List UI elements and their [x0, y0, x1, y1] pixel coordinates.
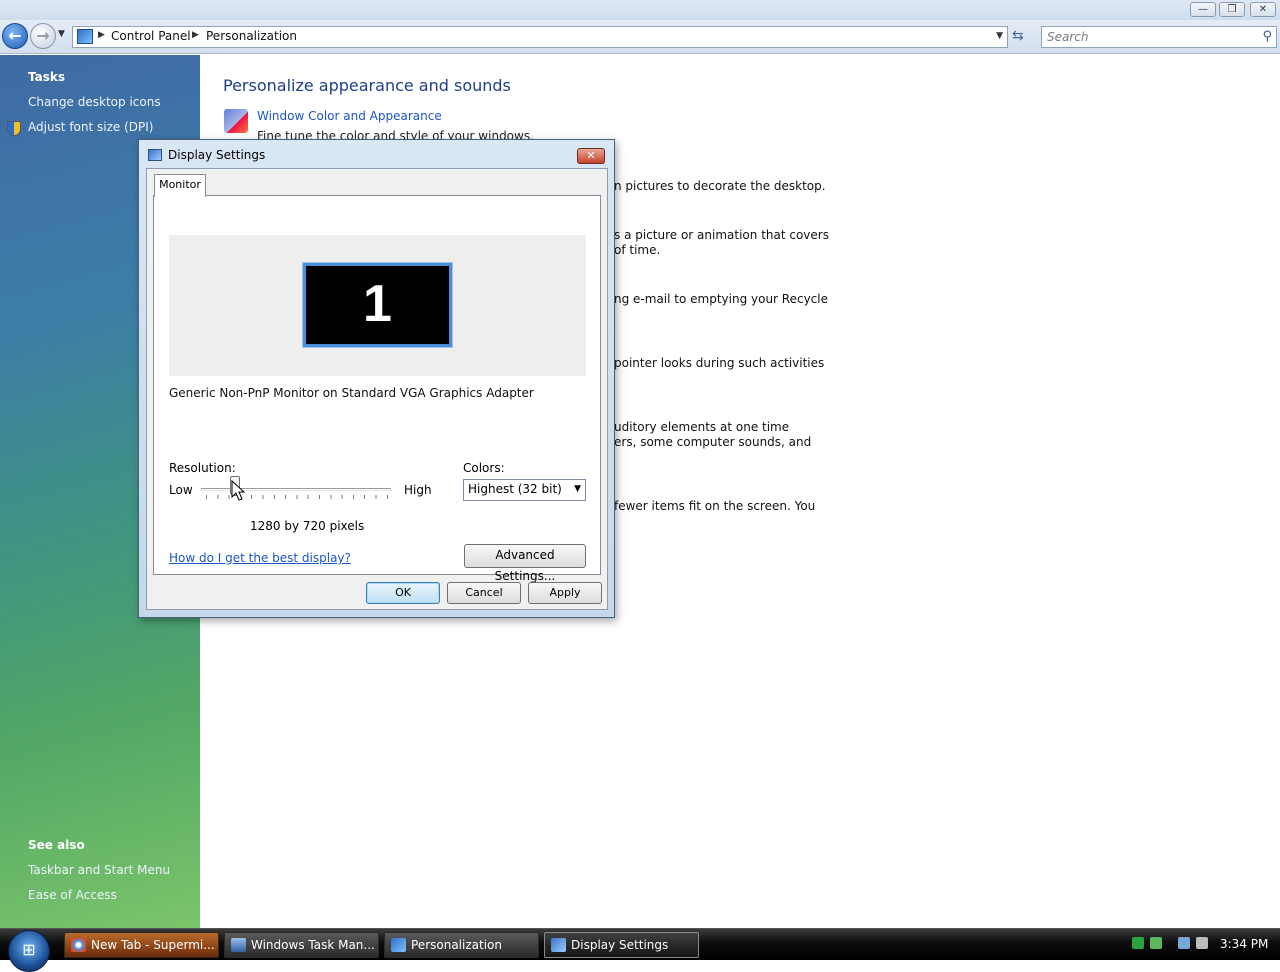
tray-app-icon[interactable]	[1132, 937, 1144, 949]
chevron-down-icon[interactable]: ▼	[574, 480, 581, 499]
monitor-tab-panel: 1 Generic Non-PnP Monitor on Standard VG…	[153, 195, 601, 583]
address-dropdown-icon[interactable]: ▼	[996, 31, 1003, 41]
dialog-title: Display Settings	[168, 148, 266, 162]
taskbar-start-menu-link[interactable]: Taskbar and Start Menu	[28, 863, 170, 877]
dialog-body: Monitor 1 Generic Non-PnP Monitor on Sta…	[146, 168, 608, 610]
tasks-heading: Tasks	[28, 70, 66, 84]
search-placeholder: Search	[1047, 30, 1089, 44]
display-settings-description: fewer items fit on the screen. You	[614, 499, 816, 513]
tab-monitor[interactable]: Monitor	[154, 174, 206, 197]
taskbar-item-task-manager[interactable]: Windows Task Man...	[224, 932, 379, 958]
search-input[interactable]: Search ⚲	[1041, 26, 1277, 48]
advanced-settings-button[interactable]: Advanced Settings...	[464, 544, 586, 583]
theme-description-2: ers, some computer sounds, and	[614, 435, 812, 449]
cancel-button[interactable]: Cancel	[447, 582, 521, 604]
colors-label: Colors:	[463, 461, 505, 475]
forward-button[interactable]: →	[30, 23, 56, 49]
page-title: Personalize appearance and sounds	[223, 76, 511, 95]
taskbar-item-display-settings[interactable]: Display Settings	[544, 932, 699, 958]
mouse-cursor-icon	[231, 480, 245, 501]
system-tray: 3:34 PM	[1128, 935, 1278, 955]
colors-selected-value: Highest (32 bit)	[468, 482, 562, 496]
display-settings-icon	[148, 149, 162, 161]
ok-button[interactable]: OK	[366, 582, 440, 604]
clock[interactable]: 3:34 PM	[1220, 937, 1268, 951]
window-color-icon[interactable]	[224, 109, 248, 133]
high-label: High	[404, 483, 432, 497]
monitor-1-icon[interactable]: 1	[303, 263, 452, 347]
taskbar-item-browser[interactable]: New Tab - Supermi...	[64, 932, 219, 958]
colors-select[interactable]: Highest (32 bit) ▼	[463, 479, 586, 501]
monitor-arrangement-area: 1	[169, 235, 586, 376]
theme-description: uditory elements at one time	[614, 420, 790, 434]
apply-button[interactable]: Apply	[528, 582, 602, 604]
minimize-button[interactable]: —	[1190, 2, 1216, 17]
mouse-pointers-description: pointer looks during such activities	[614, 356, 825, 370]
breadcrumb-chevron-icon[interactable]: ▶	[98, 30, 105, 40]
recent-pages-dropdown-icon[interactable]: ▼	[58, 29, 65, 39]
refresh-icon[interactable]: ⇆	[1012, 28, 1024, 44]
taskbar-item-label: Display Settings	[571, 938, 669, 952]
monitor-name: Generic Non-PnP Monitor on Standard VGA …	[169, 386, 534, 400]
task-manager-icon	[231, 938, 246, 952]
taskbar: ⊞ New Tab - Supermi... Windows Task Man.…	[0, 928, 1280, 972]
display-settings-dialog: Display Settings ✕ Monitor 1 Generic Non…	[138, 139, 615, 618]
volume-muted-icon[interactable]	[1196, 937, 1208, 949]
screen-saver-description: s a picture or animation that covers	[614, 228, 829, 242]
taskbar-item-label: Personalization	[411, 938, 502, 952]
low-label: Low	[169, 483, 193, 497]
breadcrumb-chevron-icon[interactable]: ▶	[192, 30, 199, 40]
maximize-button[interactable]: ❐	[1219, 2, 1245, 17]
ease-of-access-link[interactable]: Ease of Access	[28, 888, 117, 902]
screen-saver-description-2: of time.	[614, 243, 661, 257]
taskbar-item-label: Windows Task Man...	[251, 938, 375, 952]
best-display-help-link[interactable]: How do I get the best display?	[169, 551, 351, 565]
sounds-description: ng e-mail to emptying your Recycle	[614, 292, 828, 306]
adjust-font-size-link[interactable]: Adjust font size (DPI)	[28, 120, 153, 134]
taskbar-item-label: New Tab - Supermi...	[91, 938, 215, 952]
resolution-label: Resolution:	[169, 461, 236, 475]
see-also-heading: See also	[28, 838, 85, 852]
breadcrumb-personalization[interactable]: Personalization	[206, 29, 297, 43]
start-button[interactable]: ⊞	[8, 930, 50, 972]
network-icon[interactable]	[1178, 937, 1190, 949]
search-icon[interactable]: ⚲	[1262, 29, 1272, 44]
control-panel-icon	[77, 29, 93, 44]
security-icon[interactable]	[1150, 937, 1162, 949]
address-toolbar: ← → ▼ ▶ Control Panel ▶ Personalization …	[0, 20, 1280, 54]
close-button[interactable]: ✕	[1250, 2, 1276, 17]
taskbar-item-personalization[interactable]: Personalization	[384, 932, 539, 958]
resolution-value: 1280 by 720 pixels	[250, 519, 365, 533]
change-desktop-icons-link[interactable]: Change desktop icons	[28, 95, 161, 109]
dialog-close-button[interactable]: ✕	[577, 148, 605, 164]
breadcrumb-control-panel[interactable]: Control Panel	[111, 29, 191, 43]
display-settings-icon	[551, 938, 566, 952]
uac-shield-icon	[7, 121, 21, 136]
back-button[interactable]: ←	[2, 23, 28, 49]
desktop-background-description: n pictures to decorate the desktop.	[614, 179, 826, 193]
window-titlebar: — ❐ ✕	[0, 0, 1280, 20]
window-color-appearance-link[interactable]: Window Color and Appearance	[257, 109, 442, 123]
address-bar[interactable]: ▶ Control Panel ▶ Personalization ▼	[72, 26, 1008, 48]
control-panel-icon	[391, 938, 406, 952]
browser-icon	[71, 938, 86, 952]
